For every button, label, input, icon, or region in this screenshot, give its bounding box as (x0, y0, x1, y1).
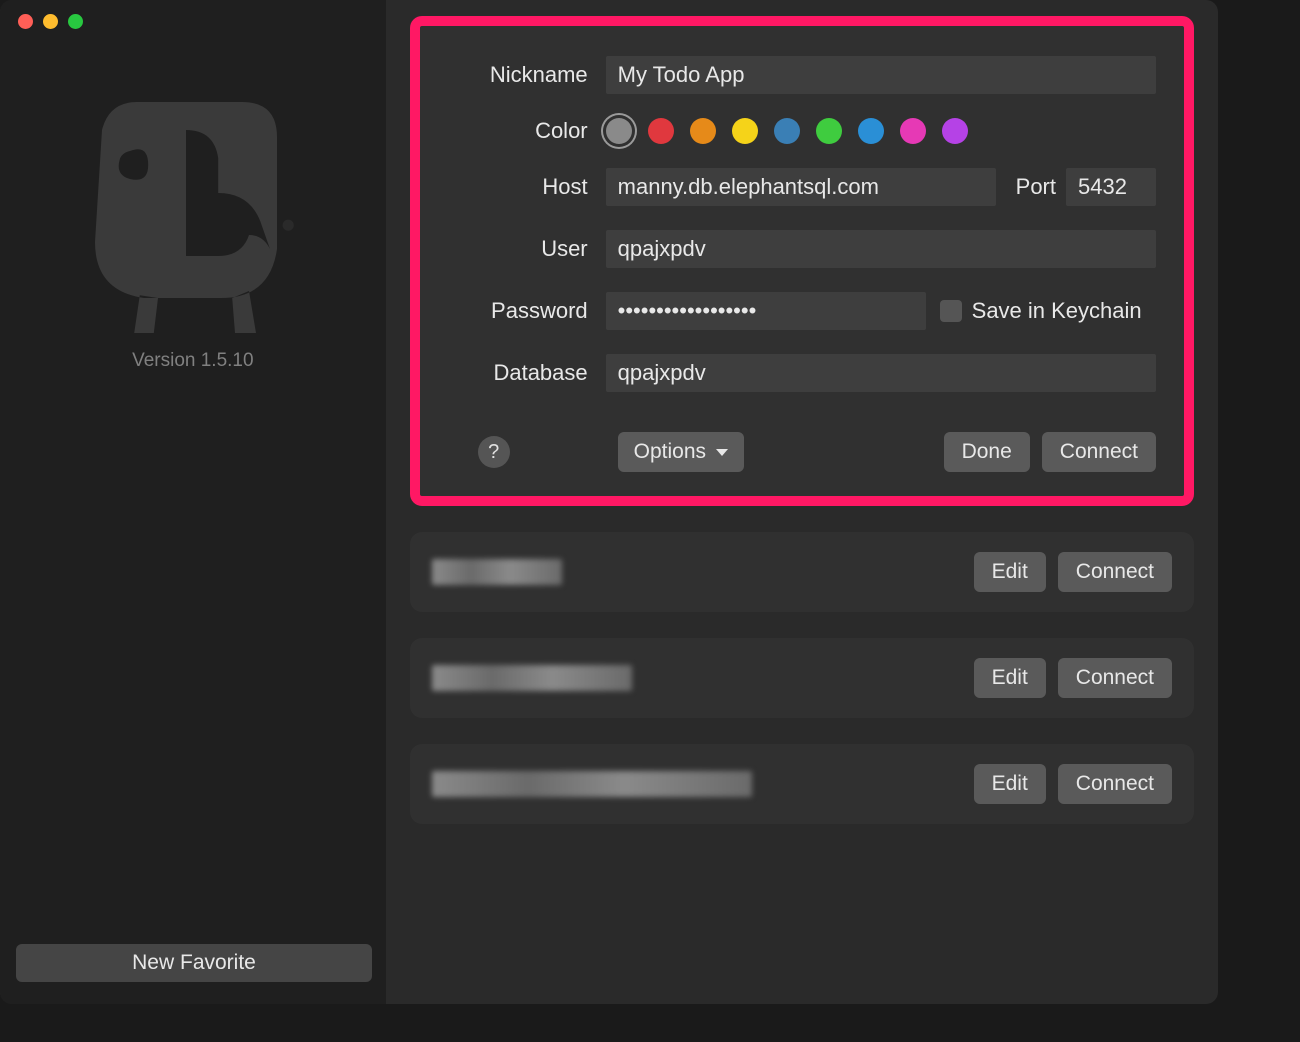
port-label: Port (1016, 174, 1056, 200)
app-window: Version 1.5.10 New Favorite Nickname Col… (0, 0, 1218, 1004)
save-keychain-checkbox[interactable] (940, 300, 962, 322)
host-input[interactable] (606, 168, 996, 206)
saved-connection-name (432, 771, 752, 797)
color-swatch-orange[interactable] (690, 118, 716, 144)
color-swatch-red[interactable] (648, 118, 674, 144)
postico-logo-icon (53, 60, 333, 340)
done-button[interactable]: Done (944, 432, 1030, 472)
user-label: User (448, 236, 588, 262)
minimize-window-button[interactable] (43, 14, 58, 29)
options-dropdown-button[interactable]: Options (618, 432, 744, 472)
options-label: Options (634, 440, 706, 464)
connect-button[interactable]: Connect (1058, 764, 1172, 804)
saved-connection-name (432, 665, 632, 691)
color-swatch-gray[interactable] (606, 118, 632, 144)
password-label: Password (448, 298, 588, 324)
connect-button[interactable]: Connect (1042, 432, 1156, 472)
color-swatch-yellow[interactable] (732, 118, 758, 144)
window-controls (18, 14, 83, 29)
database-label: Database (448, 360, 588, 386)
saved-connection-row[interactable]: Edit Connect (410, 532, 1194, 612)
saved-connection-row[interactable]: Edit Connect (410, 744, 1194, 824)
fullscreen-window-button[interactable] (68, 14, 83, 29)
edit-button[interactable]: Edit (974, 764, 1046, 804)
nickname-label: Nickname (448, 62, 588, 88)
database-input[interactable] (606, 354, 1156, 392)
color-swatches (606, 118, 968, 144)
edit-button[interactable]: Edit (974, 658, 1046, 698)
color-swatch-blue[interactable] (858, 118, 884, 144)
version-label: Version 1.5.10 (132, 350, 253, 372)
main-content: Nickname Color Host Port User Password (386, 0, 1218, 1004)
user-input[interactable] (606, 230, 1156, 268)
nickname-input[interactable] (606, 56, 1156, 94)
color-swatch-pink[interactable] (900, 118, 926, 144)
color-swatch-teal[interactable] (774, 118, 800, 144)
color-swatch-purple[interactable] (942, 118, 968, 144)
saved-connection-name (432, 559, 562, 585)
saved-connection-row[interactable]: Edit Connect (410, 638, 1194, 718)
connection-editor-panel: Nickname Color Host Port User Password (410, 16, 1194, 506)
connect-button[interactable]: Connect (1058, 658, 1172, 698)
help-button[interactable]: ? (478, 436, 510, 468)
edit-button[interactable]: Edit (974, 552, 1046, 592)
password-input[interactable] (606, 292, 926, 330)
saved-connections-list: Edit Connect Edit Connect Edit Connect (410, 532, 1194, 824)
host-label: Host (448, 174, 588, 200)
connect-button[interactable]: Connect (1058, 552, 1172, 592)
save-keychain-label: Save in Keychain (972, 298, 1142, 324)
color-label: Color (448, 118, 588, 144)
close-window-button[interactable] (18, 14, 33, 29)
port-input[interactable] (1066, 168, 1156, 206)
color-swatch-green[interactable] (816, 118, 842, 144)
sidebar: Version 1.5.10 New Favorite (0, 0, 386, 1004)
chevron-down-icon (716, 449, 728, 456)
new-favorite-button[interactable]: New Favorite (16, 944, 372, 982)
